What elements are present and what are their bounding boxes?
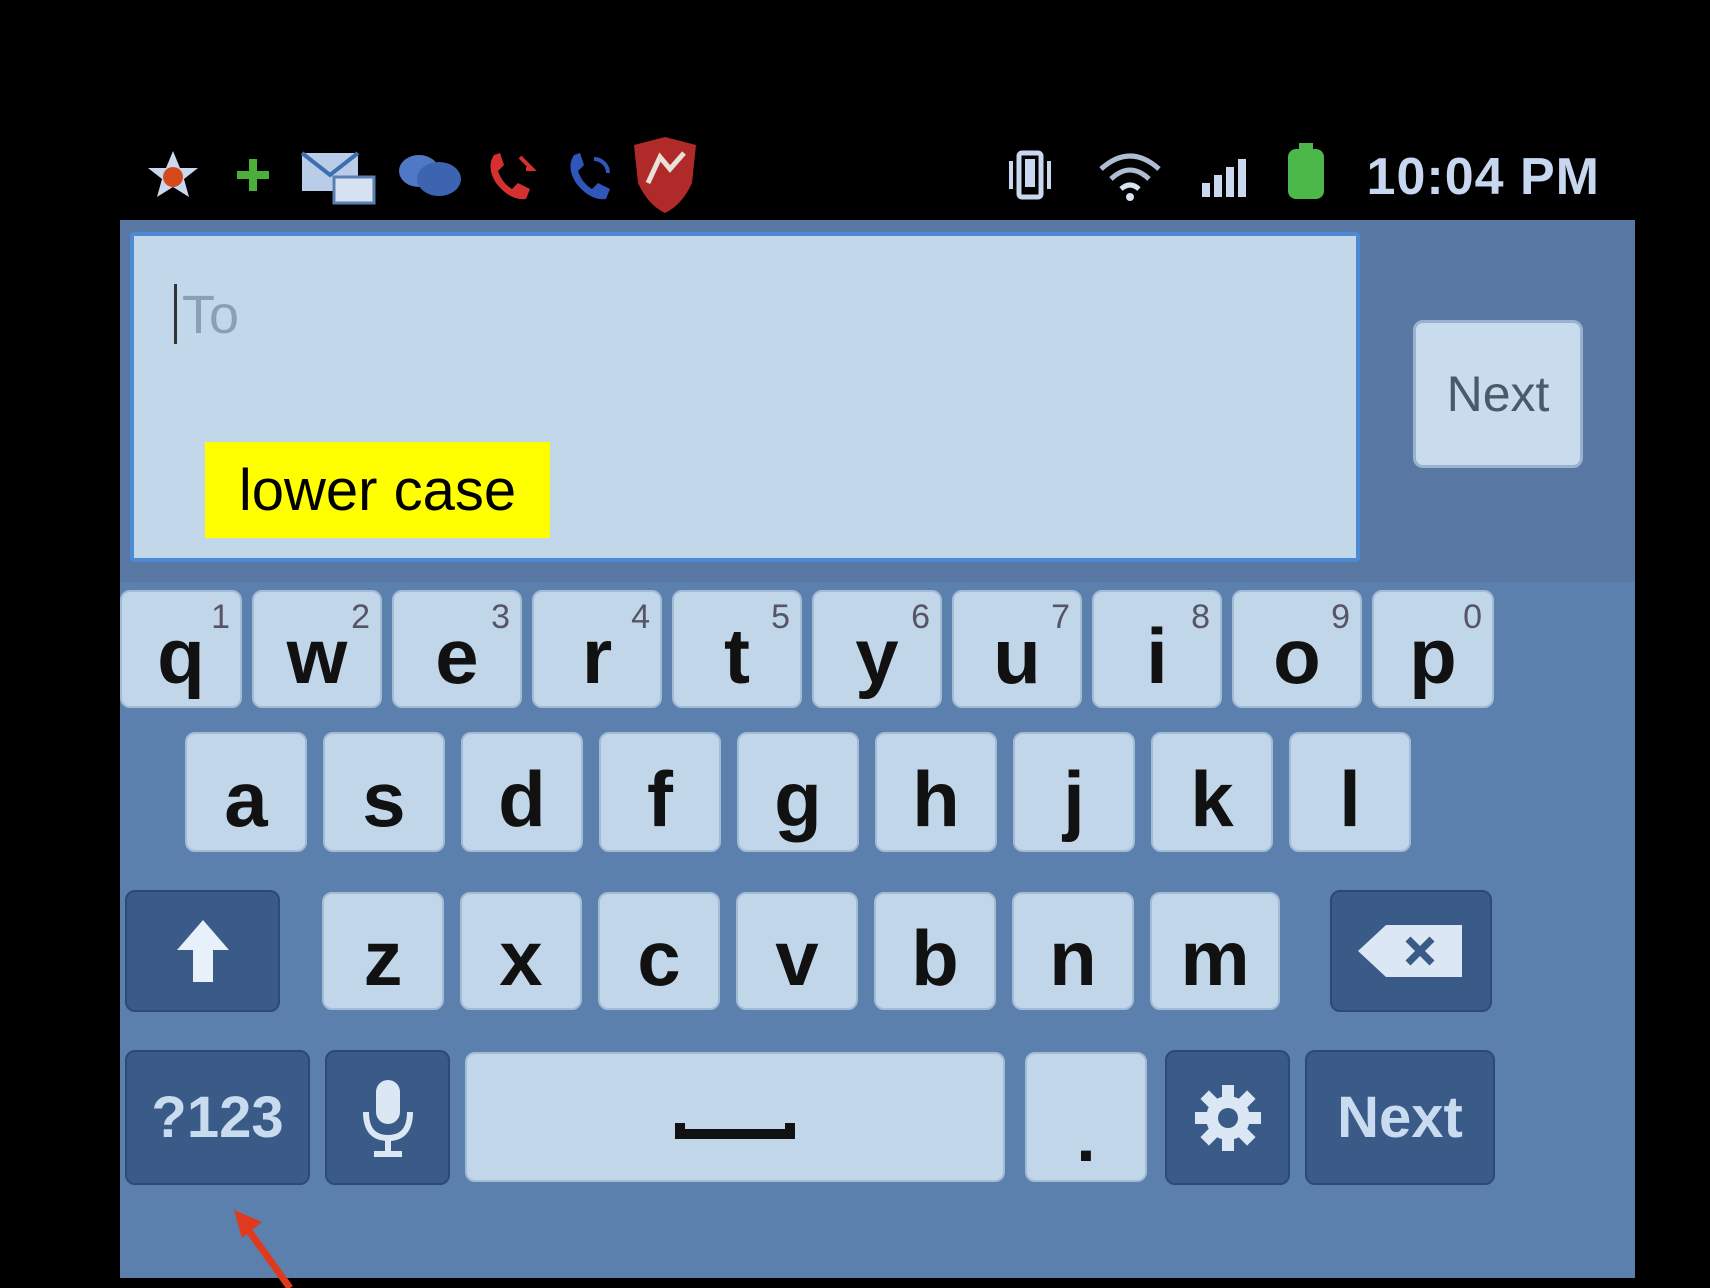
next-button[interactable]: Next bbox=[1413, 320, 1583, 468]
call-forward-icon bbox=[570, 153, 610, 200]
key-s[interactable]: s bbox=[323, 732, 445, 852]
key-h[interactable]: h bbox=[875, 732, 997, 852]
space-bar-icon bbox=[675, 1123, 795, 1140]
key-b[interactable]: b bbox=[874, 892, 996, 1010]
key-y[interactable]: y 6 bbox=[812, 590, 942, 708]
key-r[interactable]: r 4 bbox=[532, 590, 662, 708]
microphone-icon bbox=[362, 1079, 413, 1157]
battery-icon bbox=[1288, 143, 1324, 199]
key-j[interactable]: j bbox=[1013, 732, 1135, 852]
shift-arrow-icon bbox=[176, 920, 229, 982]
microphone-key[interactable] bbox=[325, 1050, 450, 1185]
text-cursor bbox=[174, 284, 177, 344]
soft-keyboard: q 1 w 2 e 3 r 4 t 5 y 6 u 7 i 8 o 9 p 0 … bbox=[120, 582, 1635, 1278]
vibrate-icon bbox=[1009, 150, 1051, 200]
wifi-icon bbox=[1099, 153, 1161, 201]
to-placeholder: To bbox=[182, 285, 240, 345]
annotation-label: lower case bbox=[205, 442, 550, 538]
key-m[interactable]: m bbox=[1150, 892, 1280, 1010]
backspace-key[interactable] bbox=[1330, 890, 1492, 1012]
key-g[interactable]: g bbox=[737, 732, 859, 852]
gear-icon bbox=[1194, 1084, 1261, 1151]
key-n[interactable]: n bbox=[1012, 892, 1134, 1010]
key-o[interactable]: o 9 bbox=[1232, 590, 1362, 708]
key-q[interactable]: q 1 bbox=[120, 590, 242, 708]
plus-icon bbox=[237, 159, 269, 191]
key-p[interactable]: p 0 bbox=[1372, 590, 1494, 708]
status-time: 10:04 PM bbox=[1366, 148, 1600, 206]
backspace-icon bbox=[1358, 925, 1462, 977]
key-a[interactable]: a bbox=[185, 732, 307, 852]
space-key[interactable] bbox=[465, 1052, 1005, 1182]
signal-icon bbox=[1202, 159, 1246, 197]
keyboard-next-key[interactable]: Next bbox=[1305, 1050, 1495, 1185]
star-badge-icon bbox=[148, 151, 198, 197]
key-x[interactable]: x bbox=[460, 892, 582, 1010]
key-w[interactable]: w 2 bbox=[252, 590, 382, 708]
key-z[interactable]: z bbox=[322, 892, 444, 1010]
key-c[interactable]: c bbox=[598, 892, 720, 1010]
key-f[interactable]: f bbox=[599, 732, 721, 852]
key-u[interactable]: u 7 bbox=[952, 590, 1082, 708]
messages-icon bbox=[300, 151, 376, 205]
key-t[interactable]: t 5 bbox=[672, 590, 802, 708]
period-key[interactable]: . bbox=[1025, 1052, 1147, 1182]
key-v[interactable]: v bbox=[736, 892, 858, 1010]
key-e[interactable]: e 3 bbox=[392, 590, 522, 708]
key-i[interactable]: i 8 bbox=[1092, 590, 1222, 708]
shield-app-icon bbox=[634, 137, 696, 213]
annotation-arrow-icon bbox=[234, 1210, 293, 1288]
key-l[interactable]: l bbox=[1289, 732, 1411, 852]
chat-bubbles-icon bbox=[399, 155, 461, 196]
key-d[interactable]: d bbox=[461, 732, 583, 852]
status-bar: 10:04 PM bbox=[140, 135, 1620, 225]
shift-key[interactable] bbox=[125, 890, 280, 1012]
symbols-key[interactable]: ?123 bbox=[125, 1050, 310, 1185]
settings-key[interactable] bbox=[1165, 1050, 1290, 1185]
missed-call-icon bbox=[490, 153, 537, 200]
compose-screen: To Next q 1 w 2 e 3 r 4 t 5 y 6 u 7 i 8 … bbox=[120, 220, 1635, 1278]
key-k[interactable]: k bbox=[1151, 732, 1273, 852]
